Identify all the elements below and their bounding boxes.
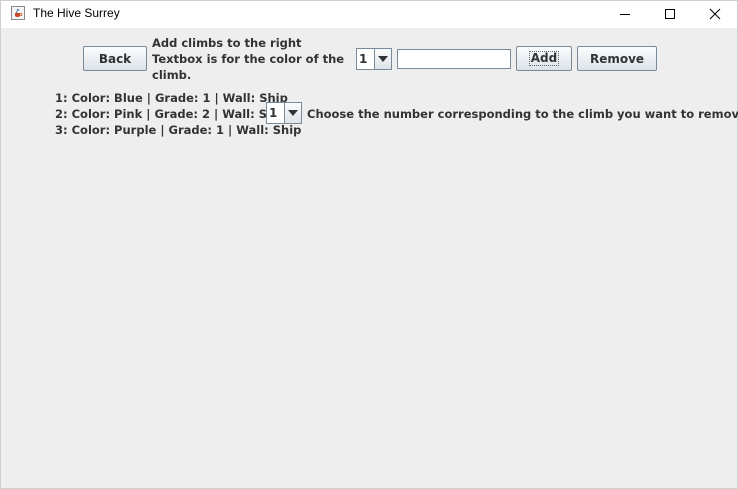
add-instructions-line-3: climb. <box>152 68 192 82</box>
java-cup-icon <box>11 6 25 20</box>
window-title: The Hive Surrey <box>33 6 120 20</box>
remove-hint-label: Choose the number corresponding to the c… <box>307 107 738 121</box>
close-button[interactable] <box>692 1 737 28</box>
close-icon <box>709 5 721 24</box>
add-button-label: Add <box>528 51 560 66</box>
chevron-down-icon[interactable] <box>373 49 391 69</box>
grade-selected-value: 1 <box>359 52 368 66</box>
chevron-down-icon[interactable] <box>283 103 301 123</box>
back-button[interactable]: Back <box>83 46 147 71</box>
add-instructions-line-2: Textbox is for the color of the <box>152 52 345 66</box>
remove-index-selected-value: 1 <box>269 106 278 120</box>
climb-list-item: 2: Color: Pink | Grade: 2 | Wall: Ship <box>55 107 288 121</box>
app-window: The Hive Surrey Back Add climbs to the r… <box>0 0 738 489</box>
maximize-button[interactable] <box>647 1 692 28</box>
add-button[interactable]: Add <box>516 46 572 71</box>
title-bar: The Hive Surrey <box>1 1 737 28</box>
remove-button[interactable]: Remove <box>577 46 657 71</box>
climb-list-item: 1: Color: Blue | Grade: 1 | Wall: Ship <box>55 91 288 105</box>
maximize-icon <box>664 5 676 24</box>
climb-list-item: 3: Color: Purple | Grade: 1 | Wall: Ship <box>55 123 302 137</box>
grade-dropdown[interactable]: 1 <box>356 48 392 70</box>
remove-index-dropdown[interactable]: 1 <box>266 102 302 124</box>
add-instructions-line-1: Add climbs to the right <box>152 36 302 50</box>
minimize-button[interactable] <box>602 1 647 28</box>
color-input[interactable] <box>397 49 511 69</box>
minimize-icon <box>619 5 631 24</box>
main-panel: Back Add climbs to the right Textbox is … <box>1 28 738 488</box>
